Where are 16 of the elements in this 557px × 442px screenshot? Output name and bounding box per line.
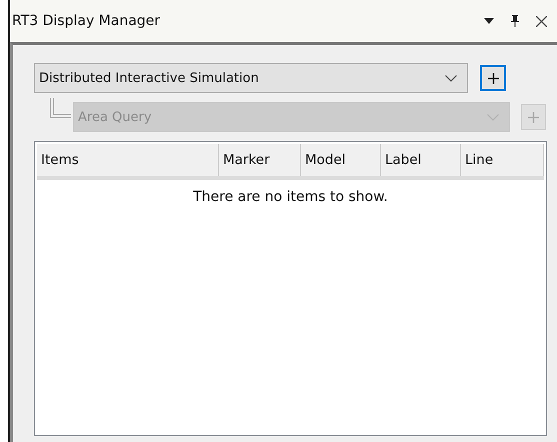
plus-icon [528, 112, 539, 122]
empty-message: There are no items to show. [193, 189, 388, 205]
column-header[interactable]: Line [461, 144, 544, 176]
window-title: RT3 Display Manager [12, 13, 160, 29]
column-header[interactable]: Model [301, 144, 381, 176]
close-icon[interactable] [536, 16, 547, 26]
dropdown-icon[interactable] [484, 18, 494, 24]
add-button[interactable] [480, 65, 506, 91]
pin-icon[interactable] [510, 15, 520, 27]
chevron-icon [487, 114, 499, 120]
plus-icon [488, 72, 498, 84]
dropdown-field[interactable]: Distributed Interactive Simulation [34, 63, 468, 93]
chevron-icon [445, 74, 457, 82]
column-header[interactable]: Marker [219, 144, 301, 176]
column-header[interactable]: Label [381, 144, 461, 176]
column-header[interactable]: Items [37, 144, 219, 176]
